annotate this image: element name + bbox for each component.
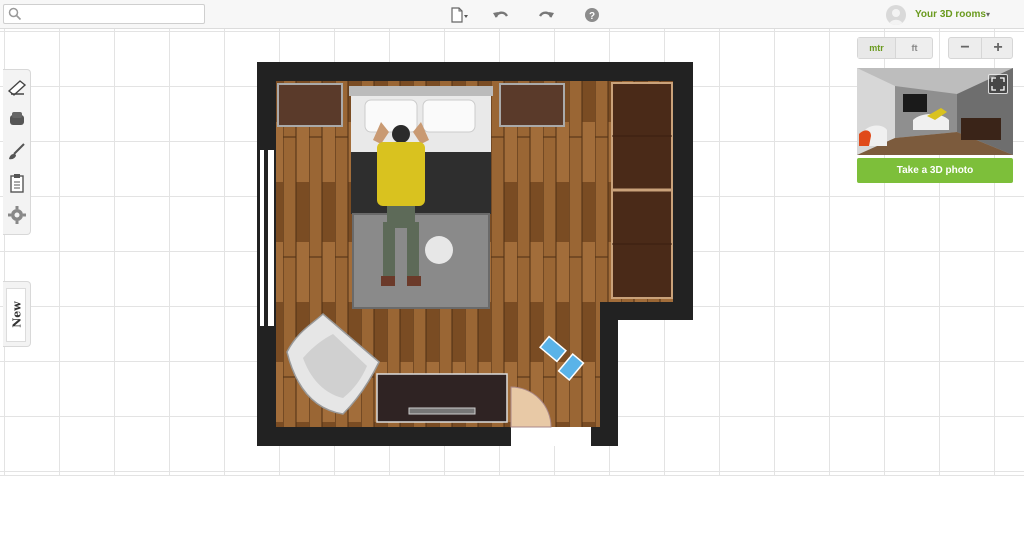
zoom-out-button[interactable]: − [949, 38, 982, 58]
paint-icon [6, 143, 28, 166]
floor-brush-icon [6, 80, 28, 102]
search-input[interactable] [24, 6, 204, 24]
undo-icon [491, 11, 511, 28]
settings-tool-button[interactable] [6, 204, 28, 226]
nightstand-left [277, 83, 343, 127]
zoom-controls: − + [948, 37, 1013, 59]
new-button[interactable]: New [6, 288, 26, 342]
clipboard-icon [6, 174, 28, 198]
take-3d-photo-button[interactable]: Take a 3D photo [857, 158, 1013, 183]
redo-icon [536, 11, 556, 28]
settings-icon [6, 206, 28, 230]
new-button-label: New [10, 301, 24, 328]
room-floor-plan[interactable] [257, 62, 693, 446]
unit-toggle: mtr ft [857, 37, 933, 59]
3d-preview[interactable] [857, 68, 1013, 155]
user-menu-label: Your 3D rooms [915, 9, 986, 20]
undo-button[interactable] [491, 6, 511, 24]
unit-metric-button[interactable]: mtr [858, 38, 896, 58]
svg-text:?: ? [589, 11, 595, 22]
new-document-button[interactable] [449, 6, 469, 24]
redo-button[interactable] [536, 6, 556, 24]
expand-icon[interactable] [988, 74, 1008, 94]
help-icon: ? [582, 8, 602, 28]
paint-tool-button[interactable] [6, 140, 28, 162]
light-marker [425, 236, 453, 264]
door-opening [511, 427, 591, 446]
chevron-down-icon: ▾ [986, 10, 991, 19]
search-icon [8, 7, 22, 26]
left-toolbar [3, 69, 31, 235]
top-toolbar: ? Your 3D rooms ▾ [0, 0, 1024, 29]
zoom-in-button[interactable]: + [982, 38, 1014, 58]
furniture-tool-button[interactable] [6, 108, 28, 130]
new-document-icon [449, 7, 469, 28]
clipboard-tool-button[interactable] [6, 172, 28, 194]
help-button[interactable]: ? [582, 6, 602, 24]
new-panel-tab: New [3, 281, 31, 347]
search-box[interactable] [3, 4, 205, 24]
furniture-icon [6, 112, 28, 134]
floor-tool-button[interactable] [6, 76, 28, 98]
avatar [886, 5, 906, 25]
nightstand-right [499, 83, 565, 127]
tv-stand [376, 373, 508, 423]
unit-feet-button[interactable]: ft [896, 38, 933, 58]
